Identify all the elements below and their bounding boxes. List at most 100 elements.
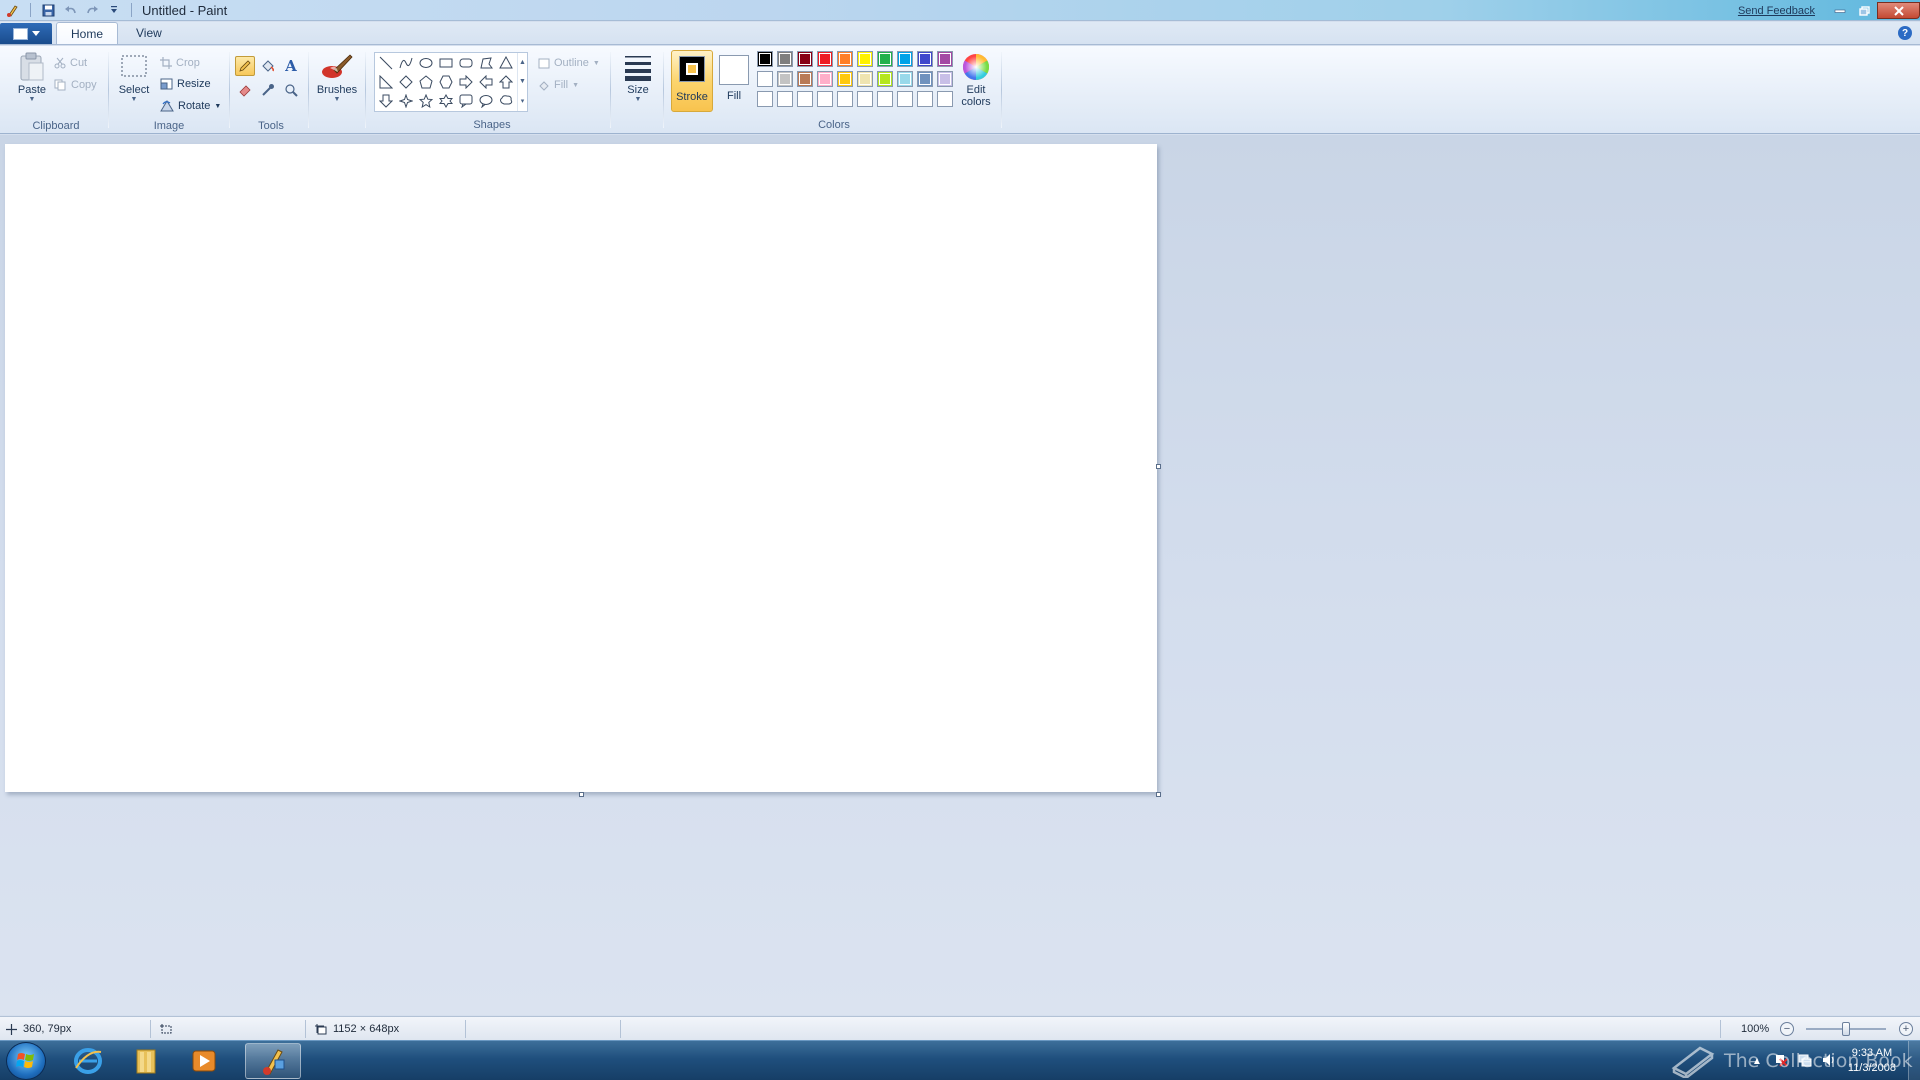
taskbar-windows-explorer[interactable] xyxy=(118,1043,174,1079)
color-swatch[interactable] xyxy=(837,91,853,107)
left-arrow-shape-icon[interactable] xyxy=(477,73,495,91)
cut-button[interactable]: Cut xyxy=(54,54,87,72)
redo-icon[interactable] xyxy=(83,1,101,19)
help-icon[interactable]: ? xyxy=(1898,26,1912,40)
customize-qat-icon[interactable] xyxy=(105,1,123,19)
color-swatch[interactable] xyxy=(857,91,873,107)
copy-button[interactable]: Copy xyxy=(54,76,97,94)
resize-handle-corner[interactable] xyxy=(1156,792,1161,797)
paste-button[interactable]: Paste ▼ xyxy=(10,52,54,104)
up-arrow-shape-icon[interactable] xyxy=(497,73,515,91)
paint-app-icon[interactable] xyxy=(4,1,22,19)
send-feedback-link[interactable]: Send Feedback xyxy=(1738,5,1815,17)
triangle-shape-icon[interactable] xyxy=(497,54,515,72)
save-icon[interactable] xyxy=(39,1,57,19)
minimize-button[interactable] xyxy=(1827,2,1852,19)
start-button[interactable] xyxy=(6,1042,46,1080)
polygon-shape-icon[interactable] xyxy=(477,54,495,72)
size-button[interactable]: Size ▼ xyxy=(618,52,658,104)
color-swatch[interactable] xyxy=(777,91,793,107)
scroll-up-icon[interactable]: ▲ xyxy=(519,59,526,66)
right-arrow-shape-icon[interactable] xyxy=(457,73,475,91)
rectangle-shape-icon[interactable] xyxy=(437,54,455,72)
tab-home[interactable]: Home xyxy=(56,22,119,44)
color-swatch[interactable] xyxy=(877,91,893,107)
rotate-button[interactable]: Rotate ▼ xyxy=(160,97,221,115)
tab-view[interactable]: View xyxy=(122,22,176,44)
color-swatch[interactable] xyxy=(757,91,773,107)
color-swatch[interactable] xyxy=(757,51,773,67)
undo-icon[interactable] xyxy=(61,1,79,19)
color-swatch[interactable] xyxy=(777,51,793,67)
color-swatch[interactable] xyxy=(817,91,833,107)
color-swatch[interactable] xyxy=(797,71,813,87)
color-swatch[interactable] xyxy=(837,51,853,67)
zoom-out-icon[interactable]: − xyxy=(1780,1022,1794,1036)
color-swatch[interactable] xyxy=(857,51,873,67)
color-swatch[interactable] xyxy=(797,91,813,107)
color-swatch[interactable] xyxy=(897,91,913,107)
shapes-gallery-scroll[interactable]: ▲ ▼ ▾ xyxy=(517,53,527,111)
eraser-icon[interactable] xyxy=(235,80,255,100)
oval-shape-icon[interactable] xyxy=(417,54,435,72)
magnifier-icon[interactable] xyxy=(281,80,301,100)
rounded-callout-shape-icon[interactable] xyxy=(457,92,475,110)
color-swatch[interactable] xyxy=(897,71,913,87)
line-shape-icon[interactable] xyxy=(377,54,395,72)
paint-menu-button[interactable] xyxy=(0,23,52,44)
gallery-expand-icon[interactable]: ▾ xyxy=(521,97,525,105)
color-swatch[interactable] xyxy=(917,51,933,67)
color-swatch[interactable] xyxy=(897,51,913,67)
restore-button[interactable] xyxy=(1852,2,1877,19)
color-swatch[interactable] xyxy=(917,91,933,107)
curve-shape-icon[interactable] xyxy=(397,54,415,72)
color-swatch[interactable] xyxy=(877,71,893,87)
crop-button[interactable]: Crop xyxy=(160,54,200,72)
color-swatch[interactable] xyxy=(837,71,853,87)
color-swatch[interactable] xyxy=(777,71,793,87)
zoom-slider-thumb[interactable] xyxy=(1842,1022,1850,1036)
canvas-workspace[interactable] xyxy=(0,135,1920,1015)
color-picker-icon[interactable] xyxy=(258,80,278,100)
drawing-canvas[interactable] xyxy=(5,144,1157,792)
color-swatch[interactable] xyxy=(937,51,953,67)
color-swatch[interactable] xyxy=(857,71,873,87)
taskbar-paint[interactable] xyxy=(245,1043,301,1079)
color-swatch[interactable] xyxy=(917,71,933,87)
color-swatch[interactable] xyxy=(757,71,773,87)
edit-colors-button[interactable]: Edit colors xyxy=(956,52,996,108)
scroll-down-icon[interactable]: ▼ xyxy=(519,78,526,85)
outline-button[interactable]: Outline ▼ xyxy=(538,54,600,72)
pentagon-shape-icon[interactable] xyxy=(417,73,435,91)
oval-callout-shape-icon[interactable] xyxy=(477,92,495,110)
resize-button[interactable]: Resize xyxy=(160,75,211,93)
zoom-in-icon[interactable]: + xyxy=(1899,1022,1913,1036)
color-swatch[interactable] xyxy=(937,71,953,87)
right-triangle-shape-icon[interactable] xyxy=(377,73,395,91)
color-swatch[interactable] xyxy=(797,51,813,67)
select-button[interactable]: Select ▼ xyxy=(114,52,154,104)
color-swatch[interactable] xyxy=(817,71,833,87)
rounded-rectangle-shape-icon[interactable] xyxy=(457,54,475,72)
color-swatch[interactable] xyxy=(877,51,893,67)
cloud-callout-shape-icon[interactable] xyxy=(497,92,515,110)
resize-handle-right[interactable] xyxy=(1156,464,1161,469)
four-point-star-shape-icon[interactable] xyxy=(397,92,415,110)
brushes-button[interactable]: Brushes ▼ xyxy=(314,52,360,104)
down-arrow-shape-icon[interactable] xyxy=(377,92,395,110)
six-point-star-shape-icon[interactable] xyxy=(437,92,455,110)
shape-fill-button[interactable]: Fill ▼ xyxy=(538,76,579,94)
stroke-color-button[interactable]: Stroke xyxy=(671,50,713,112)
color-swatch[interactable] xyxy=(937,91,953,107)
pencil-icon[interactable] xyxy=(235,56,255,76)
taskbar-internet-explorer[interactable] xyxy=(60,1043,116,1079)
five-point-star-shape-icon[interactable] xyxy=(417,92,435,110)
fill-color-button[interactable]: Fill xyxy=(717,50,755,112)
color-swatch[interactable] xyxy=(817,51,833,67)
taskbar-media-player[interactable] xyxy=(176,1043,232,1079)
hexagon-shape-icon[interactable] xyxy=(437,73,455,91)
text-icon[interactable]: A xyxy=(281,56,301,76)
fill-bucket-icon[interactable] xyxy=(258,56,278,76)
resize-handle-bottom[interactable] xyxy=(579,792,584,797)
diamond-shape-icon[interactable] xyxy=(397,73,415,91)
